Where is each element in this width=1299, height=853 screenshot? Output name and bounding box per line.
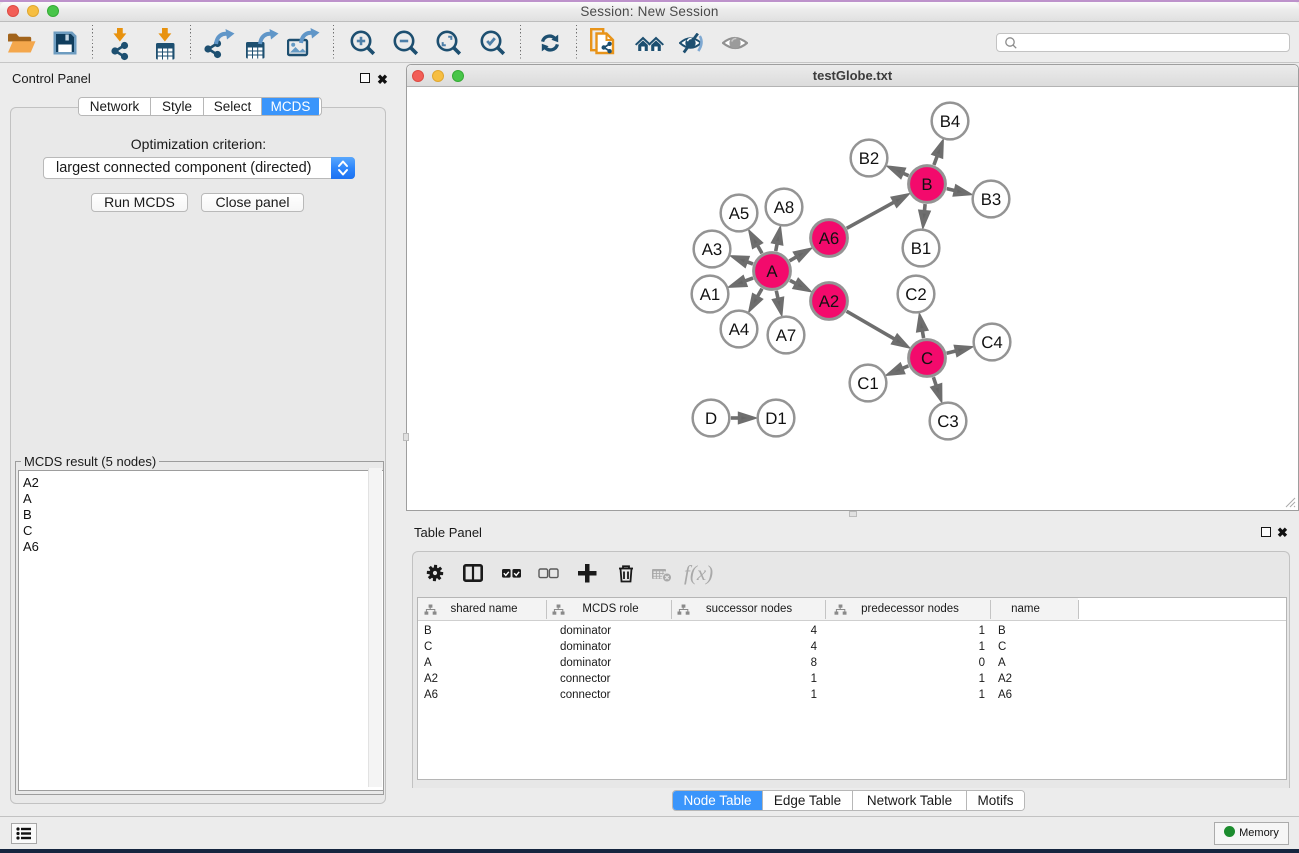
svg-text:C2: C2 [905, 285, 926, 304]
svg-text:A8: A8 [774, 198, 795, 217]
svg-text:B4: B4 [940, 112, 961, 131]
svg-text:D: D [705, 409, 717, 428]
svg-text:C1: C1 [857, 374, 878, 393]
svg-text:A5: A5 [729, 204, 750, 223]
svg-text:B2: B2 [859, 149, 880, 168]
svg-text:B1: B1 [911, 239, 932, 258]
svg-text:A7: A7 [776, 326, 797, 345]
svg-text:B: B [921, 175, 932, 194]
svg-text:D1: D1 [765, 409, 786, 428]
svg-text:A1: A1 [700, 285, 721, 304]
svg-text:C4: C4 [981, 333, 1002, 352]
svg-text:C3: C3 [937, 412, 958, 431]
svg-text:A2: A2 [819, 292, 840, 311]
svg-text:B3: B3 [981, 190, 1002, 209]
svg-text:A4: A4 [729, 320, 750, 339]
svg-text:A6: A6 [819, 229, 840, 248]
svg-text:A: A [766, 262, 778, 281]
svg-text:A3: A3 [702, 240, 723, 259]
svg-text:C: C [921, 349, 933, 368]
